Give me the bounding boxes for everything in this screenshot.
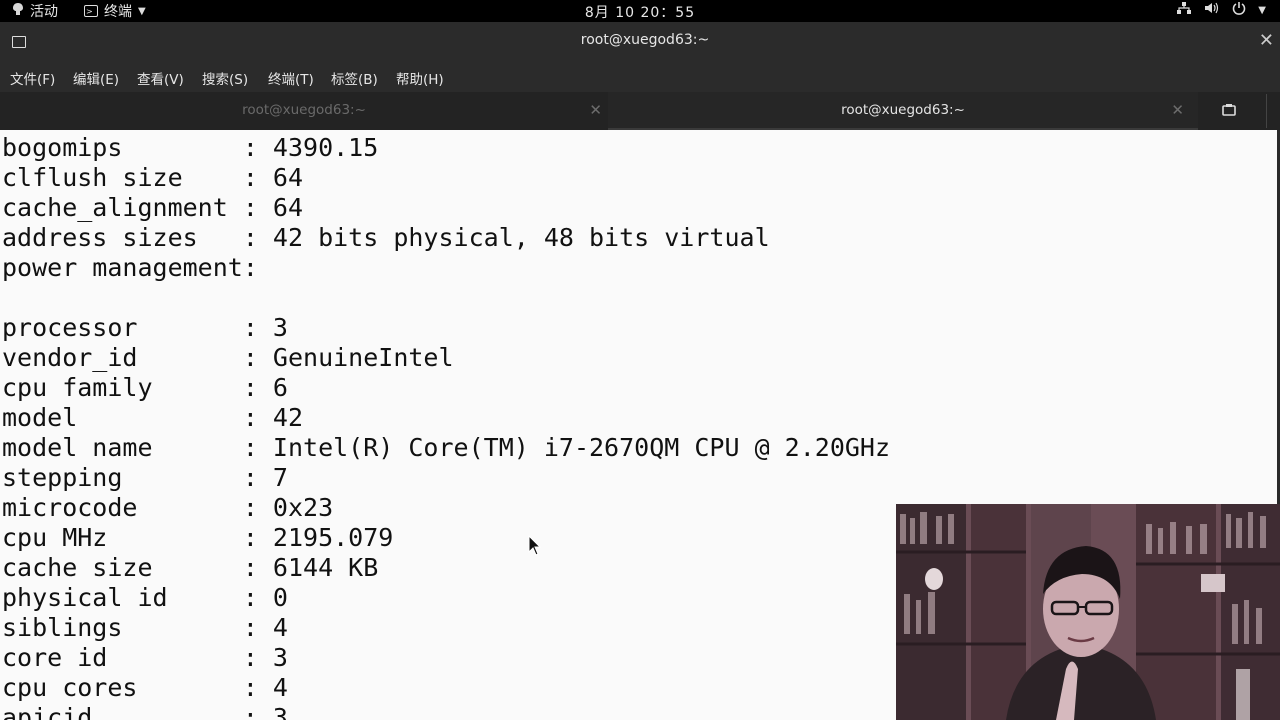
clock[interactable]: 8月 10 20：55 [0,2,1280,22]
terminal-line: cpu MHz : 2195.079 [2,523,394,552]
tab-1[interactable]: root@xuegod63:~ ✕ [0,92,608,130]
close-icon[interactable]: ✕ [1259,30,1274,51]
menu-bar: 文件(F) 编辑(E) 查看(V) 搜索(S) 终端(T) 标签(B) 帮助(H… [0,62,1280,92]
chevron-down-icon[interactable]: ▼ [1258,5,1266,16]
menu-edit[interactable]: 编辑(E) [73,68,119,88]
network-icon[interactable] [1176,1,1192,19]
system-tray[interactable]: ▼ [1176,1,1266,19]
terminal-line: microcode : 0x23 [2,493,334,522]
terminal-line: cache size : 6144 KB [2,553,379,582]
terminal-line: clflush size : 64 [2,163,304,192]
terminal-line: address sizes : 42 bits physical, 48 bit… [2,223,770,252]
webcam-overlay [896,504,1280,720]
gnome-top-bar: 活动 > 终端 ▼ 8月 10 20：55 ▼ [0,0,1280,22]
terminal-output: bogomips : 4390.15 clflush size : 64 cac… [2,133,890,720]
window-title: root@xuegod63:~ [580,32,710,48]
close-icon[interactable]: ✕ [589,101,602,119]
tab-label: root@xuegod63:~ [841,102,965,118]
terminal-line: apicid : 3 [2,703,288,720]
tab-scroll-handle[interactable] [1266,94,1277,128]
terminal-line: model name : Intel(R) Core(TM) i7-2670QM… [2,433,891,462]
new-tab-button[interactable] [1210,98,1250,124]
menu-search[interactable]: 搜索(S) [202,68,248,88]
terminal-line: stepping : 7 [2,463,288,492]
menu-tabs[interactable]: 标签(B) [331,68,378,88]
terminal-line: cpu cores : 4 [2,673,288,702]
terminal-line: cache_alignment : 64 [2,193,304,222]
tab-2-active[interactable]: root@xuegod63:~ ✕ [608,92,1198,130]
terminal-line: bogomips : 4390.15 [2,133,379,162]
terminal-line: cpu family : 6 [2,373,288,402]
mouse-pointer-icon [528,534,542,561]
menu-view[interactable]: 查看(V) [137,68,184,88]
volume-icon[interactable] [1204,1,1220,19]
tab-label: root@xuegod63:~ [242,102,366,118]
terminal-line: vendor_id : GenuineIntel [2,343,454,372]
close-icon[interactable]: ✕ [1171,101,1184,119]
terminal-line: power management: [2,253,258,282]
presenter-video-image [896,504,1280,720]
tab-bar: root@xuegod63:~ ✕ root@xuegod63:~ ✕ [0,92,1280,130]
terminal-line: physical id : 0 [2,583,288,612]
power-icon[interactable] [1232,1,1246,19]
menu-file[interactable]: 文件(F) [10,68,55,88]
window-title-bar[interactable]: root@xuegod63:~ ✕ [0,22,1280,62]
menu-terminal[interactable]: 终端(T) [268,68,314,88]
terminal-line: model : 42 [2,403,304,432]
new-tab-icon [1222,104,1236,116]
terminal-line: siblings : 4 [2,613,288,642]
terminal-line: core id : 3 [2,643,288,672]
terminal-line: processor : 3 [2,313,288,342]
menu-help[interactable]: 帮助(H) [396,68,444,88]
